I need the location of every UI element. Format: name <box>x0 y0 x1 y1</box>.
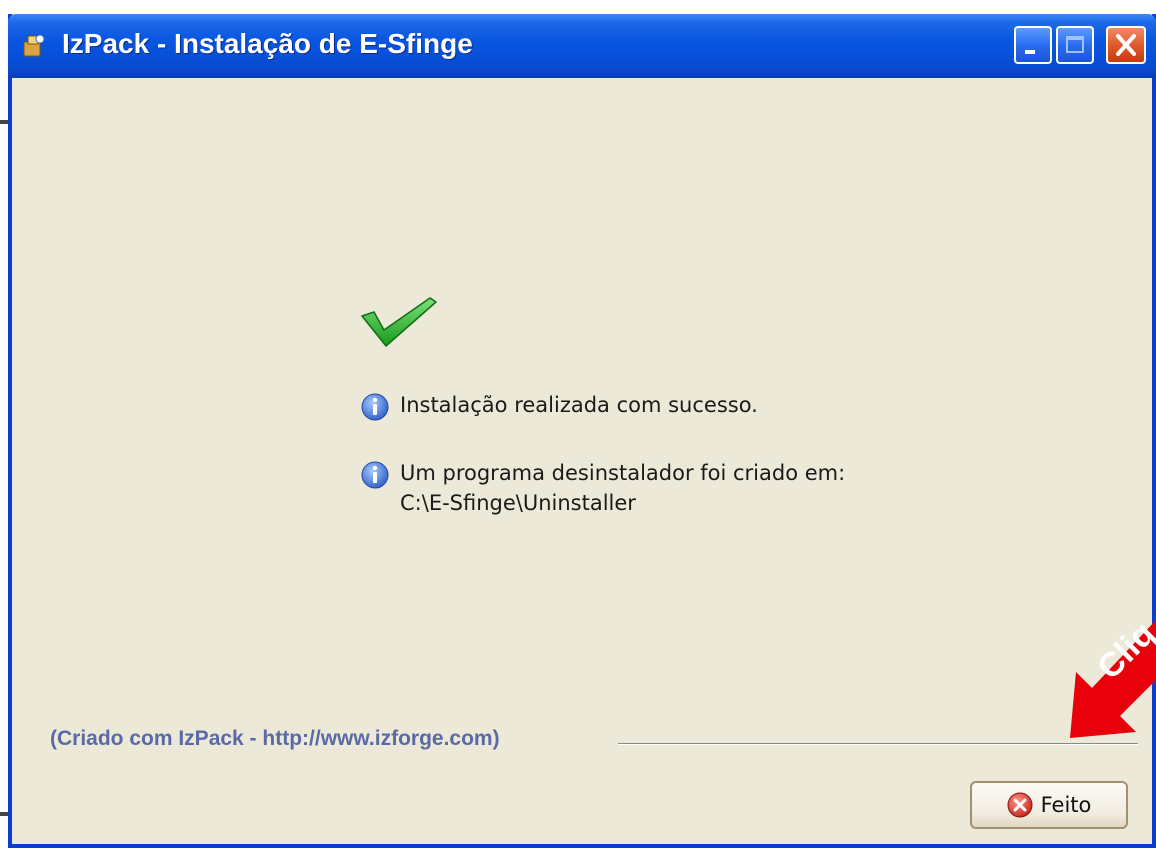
desktop-artifact <box>0 120 8 124</box>
uninstaller-text: Um programa desinstalador foi criado em: <box>400 461 846 485</box>
info-icon <box>360 392 390 422</box>
maximize-button[interactable] <box>1056 26 1094 64</box>
minimize-icon <box>1025 50 1035 54</box>
minimize-button[interactable] <box>1014 26 1052 64</box>
maximize-icon <box>1066 36 1084 53</box>
finish-panel: Instalação realizada com sucesso. Um pro… <box>12 78 1152 844</box>
uninstaller-path: C:\E-Sfinge\Uninstaller <box>400 491 636 515</box>
footer-separator <box>618 743 1138 745</box>
close-icon <box>1116 34 1136 56</box>
desktop-background <box>0 0 1156 14</box>
title-bar[interactable]: IzPack - Instalação de E-Sfinge <box>8 14 1156 78</box>
window-title: IzPack - Instalação de E-Sfinge <box>62 28 473 59</box>
done-button[interactable]: Feito <box>970 781 1128 829</box>
check-icon <box>360 292 438 350</box>
close-window-button[interactable] <box>1106 26 1146 64</box>
done-button-label: Feito <box>1040 793 1092 817</box>
izpack-app-icon <box>20 32 46 58</box>
izpack-credit-link: (Criado com IzPack - http://www.izforge.… <box>50 727 500 750</box>
success-text: Instalação realizada com sucesso. <box>400 393 758 417</box>
info-icon <box>360 460 390 490</box>
uninstaller-message: Um programa desinstalador foi criado em:… <box>360 458 845 518</box>
success-message: Instalação realizada com sucesso. <box>360 390 758 422</box>
screenshot: IzPack - Instalação de E-Sfinge Instalaç… <box>0 0 1156 851</box>
installer-window: IzPack - Instalação de E-Sfinge Instalaç… <box>8 14 1156 848</box>
close-circle-icon <box>1007 792 1033 818</box>
desktop-artifact <box>0 812 8 816</box>
